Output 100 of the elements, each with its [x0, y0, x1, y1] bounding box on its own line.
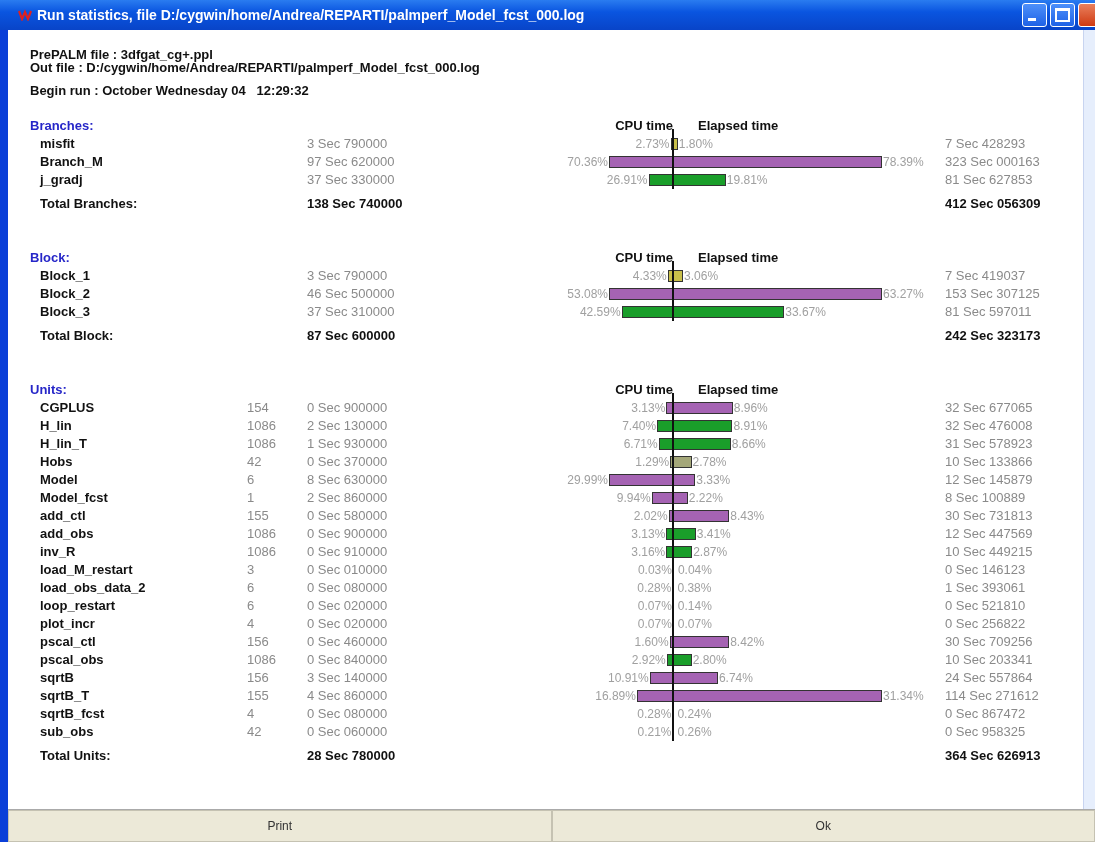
- call-count: 1086: [247, 418, 276, 433]
- cpu-time-value: 46 Sec 500000: [307, 285, 396, 303]
- cpu-percent: 9.94%: [616, 491, 652, 505]
- item-name: plot_incr: [40, 615, 96, 633]
- cpu-percent: 2.92%: [631, 653, 667, 667]
- cpu-percent: 0.28%: [637, 581, 673, 595]
- cpu-percent: 16.89%: [595, 689, 637, 703]
- item-name: load_M_restart: [40, 561, 134, 579]
- elapsed-time-value: 32 Sec 476008: [945, 417, 1034, 435]
- elapsed-percent: 63.27%: [882, 286, 925, 303]
- item-name: H_lin: [40, 417, 73, 435]
- elapsed-time-value: 32 Sec 677065: [945, 399, 1034, 417]
- cpu-time-value: 4 Sec 860000: [307, 687, 389, 705]
- elapsed-percent: 0.04%: [676, 562, 713, 579]
- elapsed-time-label: Elapsed time: [698, 381, 779, 399]
- elapsed-time-label: Elapsed time: [698, 249, 779, 267]
- cpu-time-value: 0 Sec 010000: [307, 561, 389, 579]
- cpu-percent: 70.36%: [567, 155, 609, 169]
- call-count: 1086: [247, 436, 276, 451]
- item-name: Branch_M: [40, 153, 104, 171]
- cpu-time-value: 97 Sec 620000: [307, 153, 396, 171]
- elapsed-time-value: 114 Sec 271612: [945, 687, 1040, 705]
- cpu-percent: 29.99%: [567, 473, 609, 487]
- dialog-button[interactable]: Ok: [551, 810, 1095, 842]
- elapsed-time-label: Elapsed time: [698, 117, 779, 135]
- cpu-time-value: 0 Sec 900000: [307, 525, 389, 543]
- section-heading: Branches:: [30, 117, 95, 135]
- cpu-percent: 0.28%: [637, 707, 673, 721]
- item-name: load_obs_data_2: [40, 579, 147, 597]
- cpu-percent: 0.07%: [637, 617, 673, 631]
- scrollbar[interactable]: [1083, 30, 1095, 809]
- cpu-time-value: 3 Sec 790000: [307, 267, 389, 285]
- item-name: add_ctl: [40, 507, 87, 525]
- chart-axis: [672, 261, 674, 321]
- item-name: Model_fcst: [40, 489, 109, 507]
- call-count: 42: [247, 454, 262, 469]
- elapsed-percent: 2.80%: [691, 652, 728, 669]
- elapsed-time-value: 81 Sec 597011: [945, 303, 1033, 321]
- cpu-time-value: 37 Sec 330000: [307, 171, 396, 189]
- elapsed-percent: 19.81%: [725, 172, 769, 189]
- item-name: misfit: [40, 135, 76, 153]
- elapsed-percent: 3.06%: [683, 268, 720, 285]
- call-count: 155: [247, 688, 269, 703]
- section-heading: Block:: [30, 249, 71, 267]
- total-cpu-time: 138 Sec 740000: [307, 195, 404, 213]
- cpu-time-value: 0 Sec 020000: [307, 615, 389, 633]
- elapsed-percent: 31.34%: [882, 688, 925, 705]
- minimize-button[interactable]: [1022, 3, 1047, 27]
- elapsed-percent: 8.96%: [732, 400, 769, 417]
- item-name: Hobs: [40, 453, 74, 471]
- item-name: add_obs: [40, 525, 95, 543]
- item-name: inv_R: [40, 543, 77, 561]
- elapsed-time-value: 12 Sec 145879: [945, 471, 1034, 489]
- call-count: 155: [247, 508, 269, 523]
- total-elapsed-time: 364 Sec 626913: [945, 747, 1042, 765]
- section-heading: Units:: [30, 381, 68, 399]
- elapsed-time-value: 7 Sec 428293: [945, 135, 1027, 153]
- item-name: Block_1: [40, 267, 91, 285]
- cpu-percent: 1.29%: [635, 455, 671, 469]
- elapsed-percent: 8.91%: [732, 418, 769, 435]
- item-name: pscal_ctl: [40, 633, 97, 651]
- elapsed-time-value: 0 Sec 146123: [945, 561, 1027, 579]
- prepalm-file-label: PrePALM file : 3dfgat_cg+.ppl: [30, 48, 213, 61]
- cpu-percent: 3.16%: [631, 545, 667, 559]
- elapsed-percent: 3.33%: [695, 472, 732, 489]
- app-icon: [18, 9, 32, 21]
- cpu-time-value: 0 Sec 370000: [307, 453, 389, 471]
- item-name: pscal_obs: [40, 651, 105, 669]
- cpu-time-value: 0 Sec 080000: [307, 705, 389, 723]
- call-count: 1: [247, 490, 255, 505]
- cpu-percent: 0.03%: [637, 563, 673, 577]
- maximize-button[interactable]: [1050, 3, 1075, 27]
- chart-axis: [672, 129, 674, 189]
- call-count: 4: [247, 616, 255, 631]
- cpu-time-value: 0 Sec 060000: [307, 723, 389, 741]
- item-name: loop_restart: [40, 597, 117, 615]
- call-count: 3: [247, 562, 255, 577]
- elapsed-time-value: 7 Sec 419037: [945, 267, 1027, 285]
- cpu-time-value: 0 Sec 460000: [307, 633, 389, 651]
- total-elapsed-time: 412 Sec 056309: [945, 195, 1042, 213]
- elapsed-percent: 6.74%: [717, 670, 754, 687]
- cpu-time-value: 0 Sec 080000: [307, 579, 389, 597]
- cpu-time-value: 8 Sec 630000: [307, 471, 389, 489]
- elapsed-time-value: 81 Sec 627853: [945, 171, 1034, 189]
- elapsed-percent: 0.14%: [676, 598, 713, 615]
- cpu-time-value: 0 Sec 910000: [307, 543, 389, 561]
- elapsed-percent: 2.22%: [687, 490, 724, 507]
- cpu-time-value: 2 Sec 860000: [307, 489, 389, 507]
- dialog-button[interactable]: Print: [8, 810, 552, 842]
- item-name: Block_2: [40, 285, 91, 303]
- elapsed-percent: 1.80%: [677, 136, 714, 153]
- cpu-time-value: 3 Sec 140000: [307, 669, 389, 687]
- elapsed-time-value: 10 Sec 203341: [945, 651, 1034, 669]
- window-title: Run statistics, file D:/cygwin/home/Andrea/REPARTI/palmperf_Model_fcst_000.log: [37, 7, 586, 23]
- elapsed-time-value: 24 Sec 557864: [945, 669, 1034, 687]
- elapsed-time-value: 0 Sec 867472: [945, 705, 1027, 723]
- cpu-percent: 3.13%: [631, 527, 667, 541]
- cpu-percent: 7.40%: [622, 419, 658, 433]
- elapsed-time-value: 0 Sec 958325: [945, 723, 1027, 741]
- elapsed-percent: 0.38%: [676, 580, 713, 597]
